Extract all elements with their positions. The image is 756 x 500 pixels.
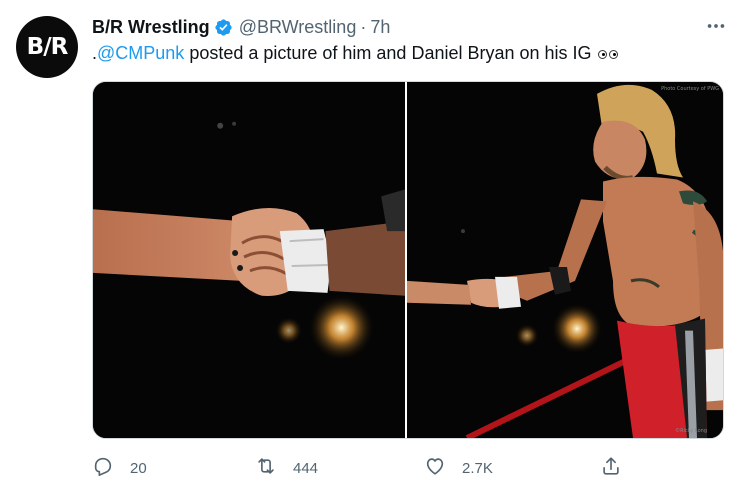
action-bar: 20 444 2.7K xyxy=(92,455,632,481)
share-icon xyxy=(600,455,622,481)
retweet-icon xyxy=(255,455,277,481)
reply-icon xyxy=(92,455,114,481)
photo-wrestler-ring[interactable]: Photo Courtesy of PWG ©Ricky Long xyxy=(407,82,723,438)
avatar-logo: B/R xyxy=(26,34,69,60)
tweet-card[interactable]: B/R B/R Wrestling @BRWrestling · 7h .@CM… xyxy=(0,0,756,500)
like-count: 2.7K xyxy=(462,459,493,477)
share-button[interactable] xyxy=(600,455,638,481)
tweet-header: B/R Wrestling @BRWrestling · 7h xyxy=(92,15,390,39)
verified-badge-icon xyxy=(214,18,233,37)
reply-button[interactable]: 20 xyxy=(92,455,147,481)
retweet-button[interactable]: 444 xyxy=(255,455,318,481)
media-grid: Photo Courtesy of PWG ©Ricky Long xyxy=(92,81,724,439)
eyes-emoji-icon xyxy=(597,49,618,59)
timestamp[interactable]: 7h xyxy=(370,17,390,38)
photo-credit-bottom: ©Ricky Long xyxy=(675,427,707,434)
photo-credit-top: Photo Courtesy of PWG xyxy=(661,86,719,92)
reply-count: 20 xyxy=(130,459,147,477)
handle[interactable]: @BRWrestling xyxy=(239,17,357,38)
tweet-text-body: posted a picture of him and Daniel Bryan… xyxy=(184,43,592,63)
separator-dot: · xyxy=(360,16,367,37)
tweet-text: .@CMPunk posted a picture of him and Dan… xyxy=(92,41,618,65)
more-icon[interactable] xyxy=(704,14,728,38)
mention-link[interactable]: @CMPunk xyxy=(97,43,184,63)
avatar[interactable]: B/R xyxy=(16,16,78,78)
display-name[interactable]: B/R Wrestling xyxy=(92,17,210,38)
like-button[interactable]: 2.7K xyxy=(424,455,493,481)
like-icon xyxy=(424,455,446,481)
photo-handshake-closeup[interactable] xyxy=(93,82,407,438)
retweet-count: 444 xyxy=(293,459,319,477)
